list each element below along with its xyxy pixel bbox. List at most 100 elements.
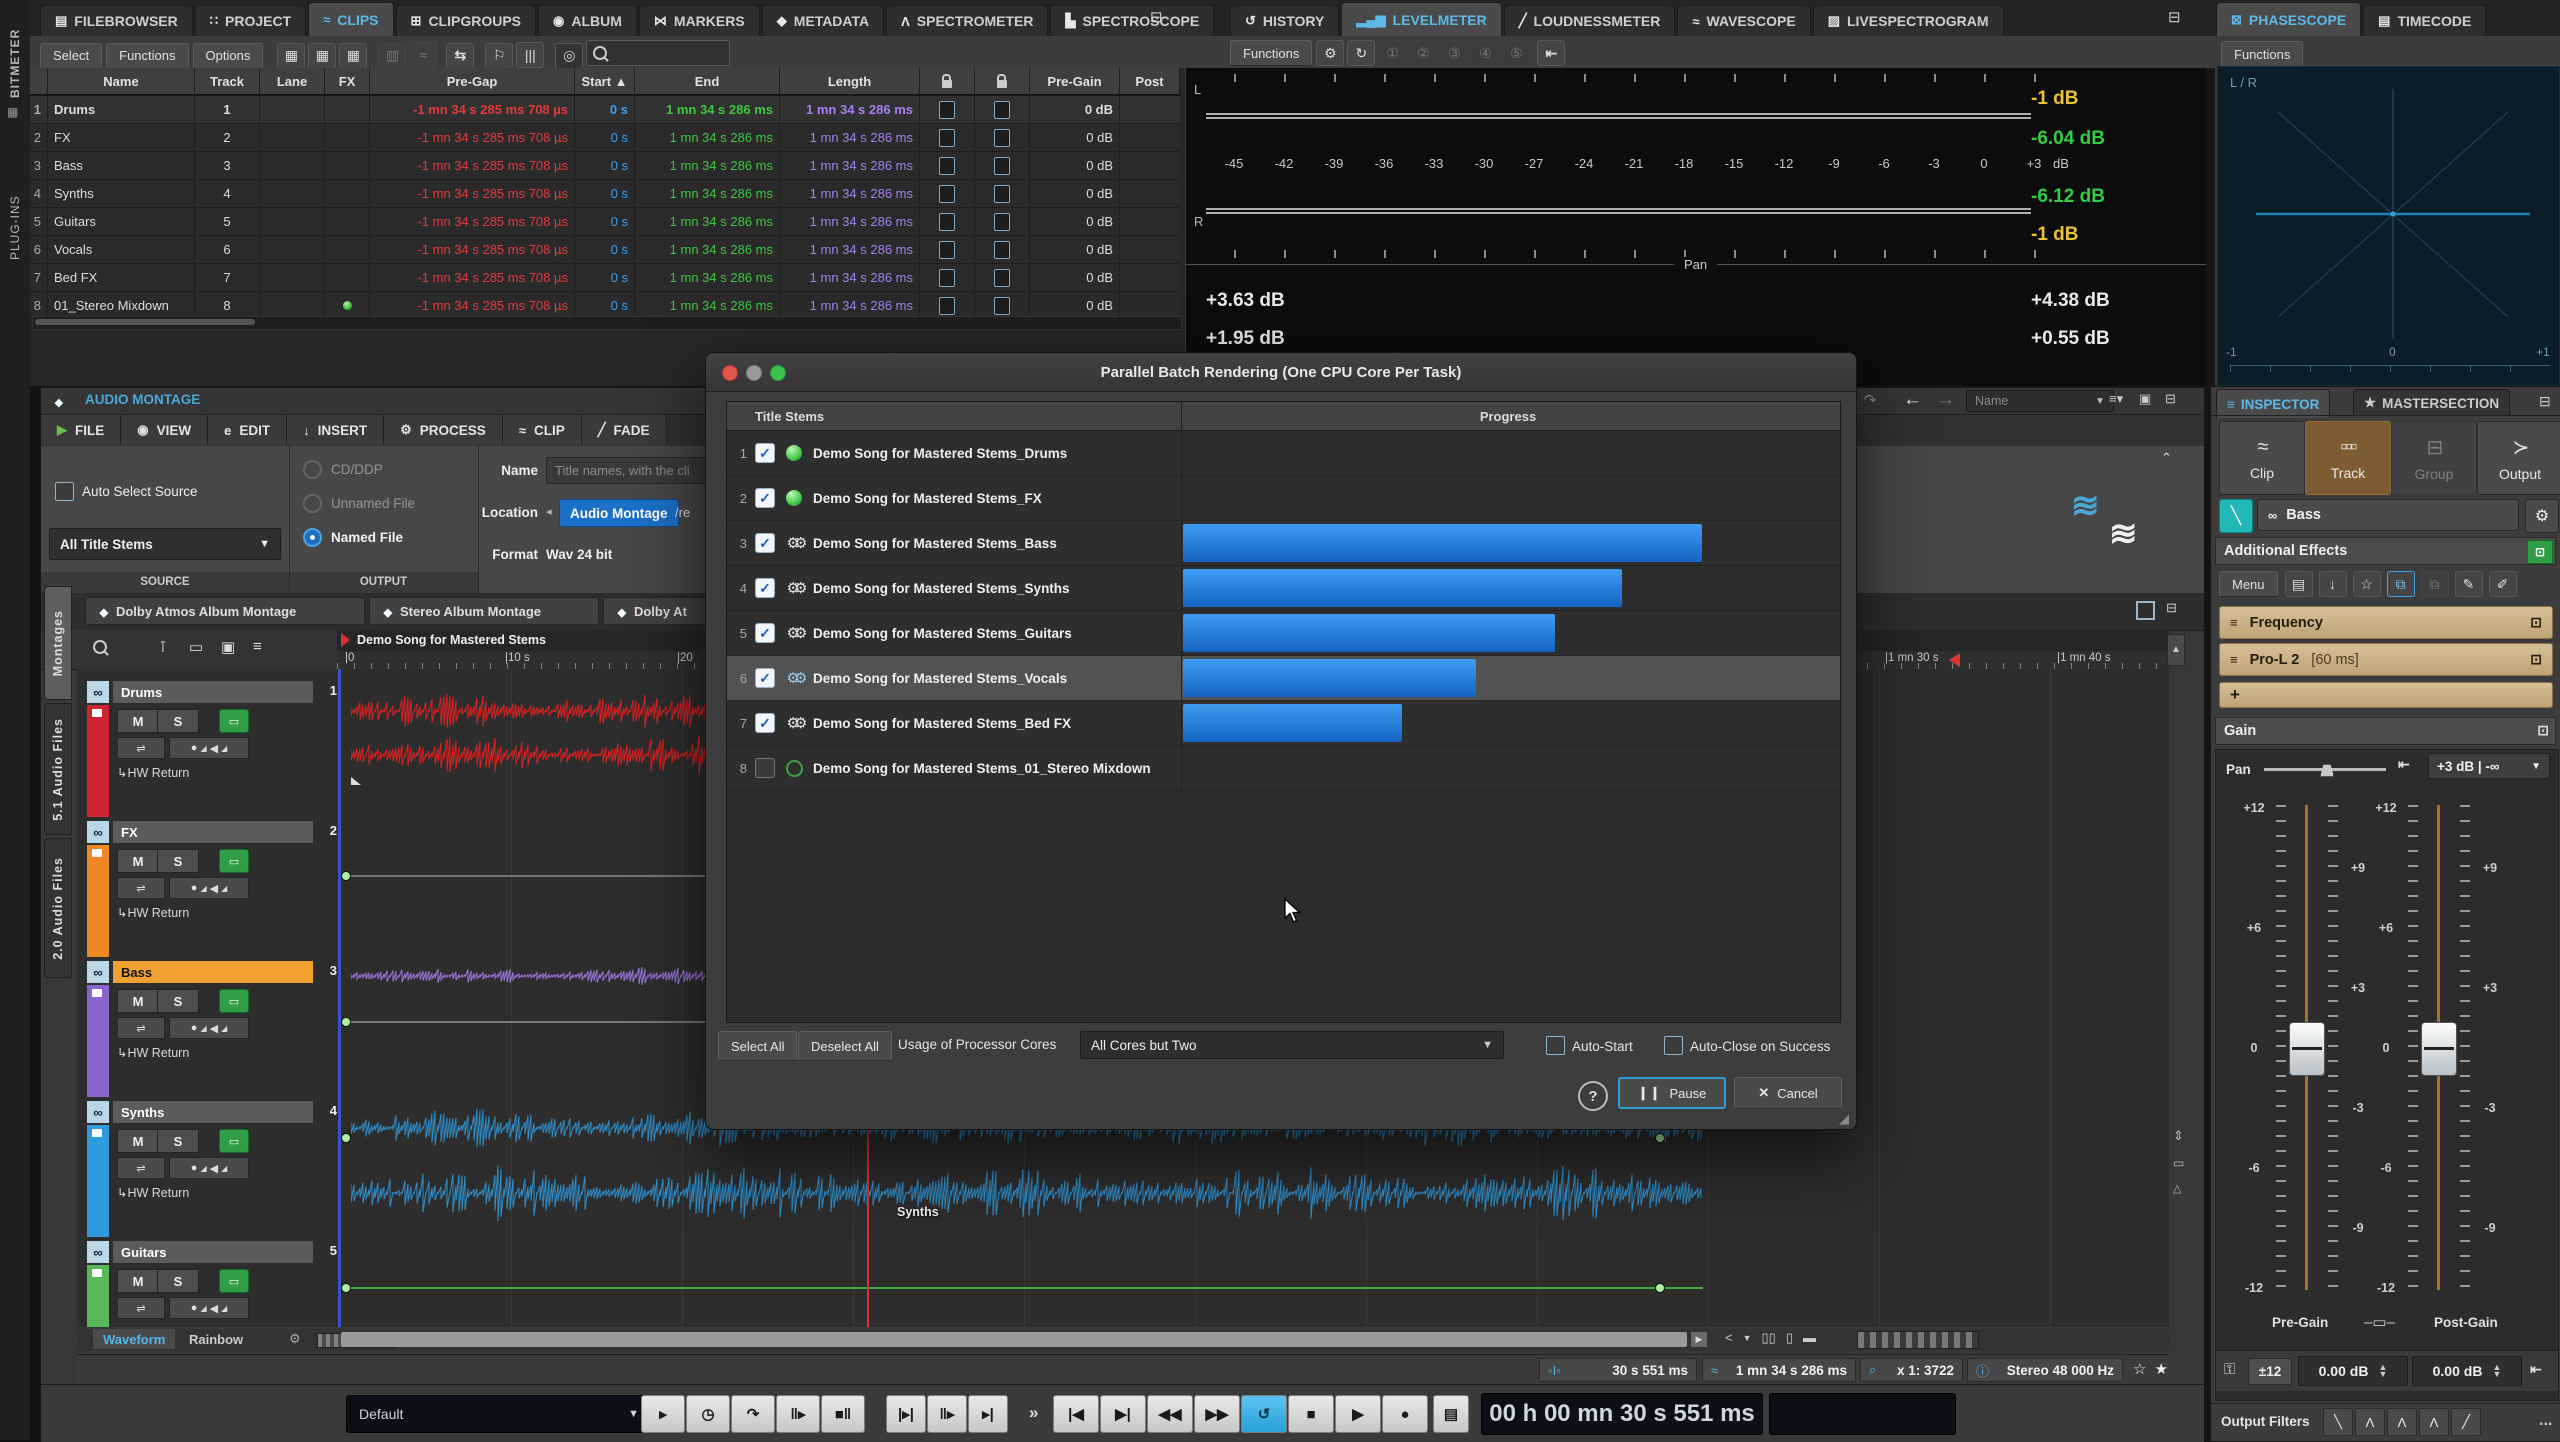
clock-icon[interactable]: ◷ [686,1395,730,1433]
stop-at-icon[interactable]: ■‖ [821,1395,865,1433]
fx-cell[interactable] [325,292,370,319]
effect-slot-pro-l-2[interactable]: ≡Pro-L 2[60 ms]⊡ [2219,643,2553,676]
clip-name-cell[interactable]: 01_Stereo Mixdown [48,292,195,319]
link-gains-icon[interactable]: –▭– [2364,1313,2395,1331]
column-header-end[interactable]: End [635,68,780,94]
pause-button[interactable]: ❙❙ Pause [1618,1077,1726,1109]
mute-button[interactable]: M [117,1269,159,1293]
cancel-button[interactable]: ✕ Cancel [1734,1077,1842,1109]
menu-view[interactable]: ◉VIEW [121,415,208,445]
clip-name-cell[interactable]: Drums [48,96,195,123]
monitor-button[interactable]: ▭ [219,849,249,873]
panel-options-icon[interactable]: ⊟ [2168,8,2188,24]
reset-gains-icon[interactable]: ⇤ [2530,1361,2542,1378]
cursor-tool-icon[interactable]: ⊺ [159,638,167,656]
name-filter-dropdown[interactable]: Name▼ [1966,390,2114,412]
track-name[interactable]: Bass [113,961,313,983]
task-checkbox[interactable] [755,758,775,778]
refresh-icon[interactable]: ↻ [1347,40,1375,66]
length-cell[interactable]: 1 mn 34 s 286 ms [780,96,920,123]
effects-menu-button[interactable]: Menu [2219,571,2278,597]
lock-resize-checkbox[interactable] [994,297,1010,315]
swap-icon[interactable]: ⇆ [446,43,474,69]
column-header-post[interactable]: Post [1120,68,1180,94]
end-cell[interactable]: 1 mn 34 s 286 ms [635,124,780,151]
lock-icon[interactable] [92,849,102,857]
lock-resize-checkbox[interactable] [994,213,1010,231]
bandpass1-filter-icon[interactable]: Λ [2355,1408,2385,1436]
drag-handle-icon[interactable]: ≡ [2230,652,2238,667]
render-task-row-4[interactable]: 4✓⚙⚙Demo Song for Mastered Stems_Synths [727,566,1840,611]
pre-gap-cell[interactable]: -1 mn 34 s 285 ms 708 µs [370,180,575,207]
more-transport-label[interactable]: » [1029,1403,1038,1423]
tab-album[interactable]: ◉ALBUM [538,5,637,36]
v-scroll-expand-icon[interactable]: ⇕ [2173,1128,2184,1144]
more-filters-label[interactable]: ... [2539,1412,2552,1430]
bitmeter-dock-tab[interactable]: BITMETER [8,8,22,98]
zoom-window-icon[interactable] [770,365,786,381]
track-name[interactable]: Synths [113,1101,313,1123]
lock-cell[interactable] [920,292,975,319]
back-arrow-icon[interactable]: ← [1903,389,1922,411]
radio-cd-ddp[interactable]: CD/DDP [303,460,383,479]
deselect-all-button[interactable]: Deselect All [798,1031,892,1061]
reset-meters-icon[interactable]: ⇤ [1537,40,1565,66]
start-cell[interactable]: 0 s [575,124,635,151]
solo-button[interactable]: S [157,709,199,733]
columns-icon[interactable]: ||| [516,42,544,68]
lock-resize-checkbox[interactable] [994,101,1010,119]
render-icon[interactable]: ▤ [1433,1395,1469,1433]
pan-reset-icon[interactable]: ⇤ [2398,756,2410,773]
column-header-pre-gap[interactable]: Pre-Gap [370,68,575,94]
paste-icon[interactable]: ⧉ [2421,571,2449,597]
routing-button[interactable]: ⇌ [117,1017,165,1039]
pan-slider[interactable] [2264,768,2386,771]
end-cell[interactable]: 1 mn 34 s 286 ms [635,180,780,207]
search-input[interactable] [586,40,730,66]
lock-icon[interactable]: ⚿ [2224,1361,2235,1378]
phasescope-functions-button[interactable]: Functions [2221,41,2303,67]
lock-checkbox[interactable] [939,269,955,287]
view-tab-rainbow[interactable]: Rainbow [179,1329,253,1349]
lock-cell[interactable] [920,124,975,151]
highpass-filter-icon[interactable]: ╱ [2451,1408,2481,1436]
lock-checkbox[interactable] [939,101,955,119]
lock-resize-checkbox[interactable] [994,129,1010,147]
scroll-up-icon[interactable]: ▲ [2167,634,2185,666]
start-cell[interactable]: 0 s [575,208,635,235]
help-button[interactable]: ? [1578,1081,1608,1111]
clip-name-cell[interactable]: FX [48,124,195,151]
status-zoom[interactable]: ⌕x 1: 3722 [1860,1358,1963,1382]
gear-icon[interactable]: ⚙ [2525,499,2559,533]
tab-clips[interactable]: ≈CLIPS [308,2,393,36]
length-cell[interactable]: 1 mn 34 s 286 ms [780,208,920,235]
pre-gain-cell[interactable]: 0 dB [1030,236,1120,263]
sidebar-tab-5-1-audio-files[interactable]: 5.1 Audio Files [44,703,72,835]
select-all-button[interactable]: Select All [718,1031,797,1061]
lock-resize-cell[interactable] [975,236,1030,263]
end-cell[interactable]: 1 mn 34 s 286 ms [635,208,780,235]
spinner-icon[interactable]: ▲▼ [2492,1364,2501,1378]
routing-button[interactable]: ⇌ [117,877,165,899]
copy-icon[interactable]: ⧉ [2387,571,2415,597]
lock-checkbox[interactable] [939,185,955,203]
favorites-icon[interactable]: ☆ [2353,571,2381,597]
mute-button[interactable]: M [117,989,159,1013]
render-task-row-5[interactable]: 5✓⚙⚙Demo Song for Mastered Stems_Guitars [727,611,1840,656]
track-name[interactable]: Drums [113,681,313,703]
auto-close-checkbox[interactable]: Auto-Close on Success [1664,1036,1830,1056]
menu-fade[interactable]: ╱FADE [582,415,667,445]
tab-livespectrogram[interactable]: ▨LIVESPECTROGRAM [1813,5,2004,36]
clip-name-cell[interactable]: Bass [48,152,195,179]
play-from-icon[interactable]: ‖▸ [776,1395,820,1433]
auto-start-checkbox[interactable]: Auto-Start [1546,1036,1633,1056]
scope-track-button[interactable]: ▫▫▫Track [2305,421,2391,495]
bypass-effects-button[interactable]: ⊡ [2527,540,2553,564]
scroll-right-icon[interactable]: ▶ [1691,1332,1707,1347]
post-gain-cell[interactable] [1120,236,1180,263]
monitor-button[interactable]: ▭ [219,1269,249,1293]
window-icon[interactable]: ⊡ [2530,651,2542,668]
filter-icon[interactable]: ≡▾ [2109,391,2123,407]
gain-value-dropdown[interactable]: +3 dB | -∞▼ [2428,753,2550,779]
panel-layout-icon[interactable]: ⊟ [2539,393,2551,410]
